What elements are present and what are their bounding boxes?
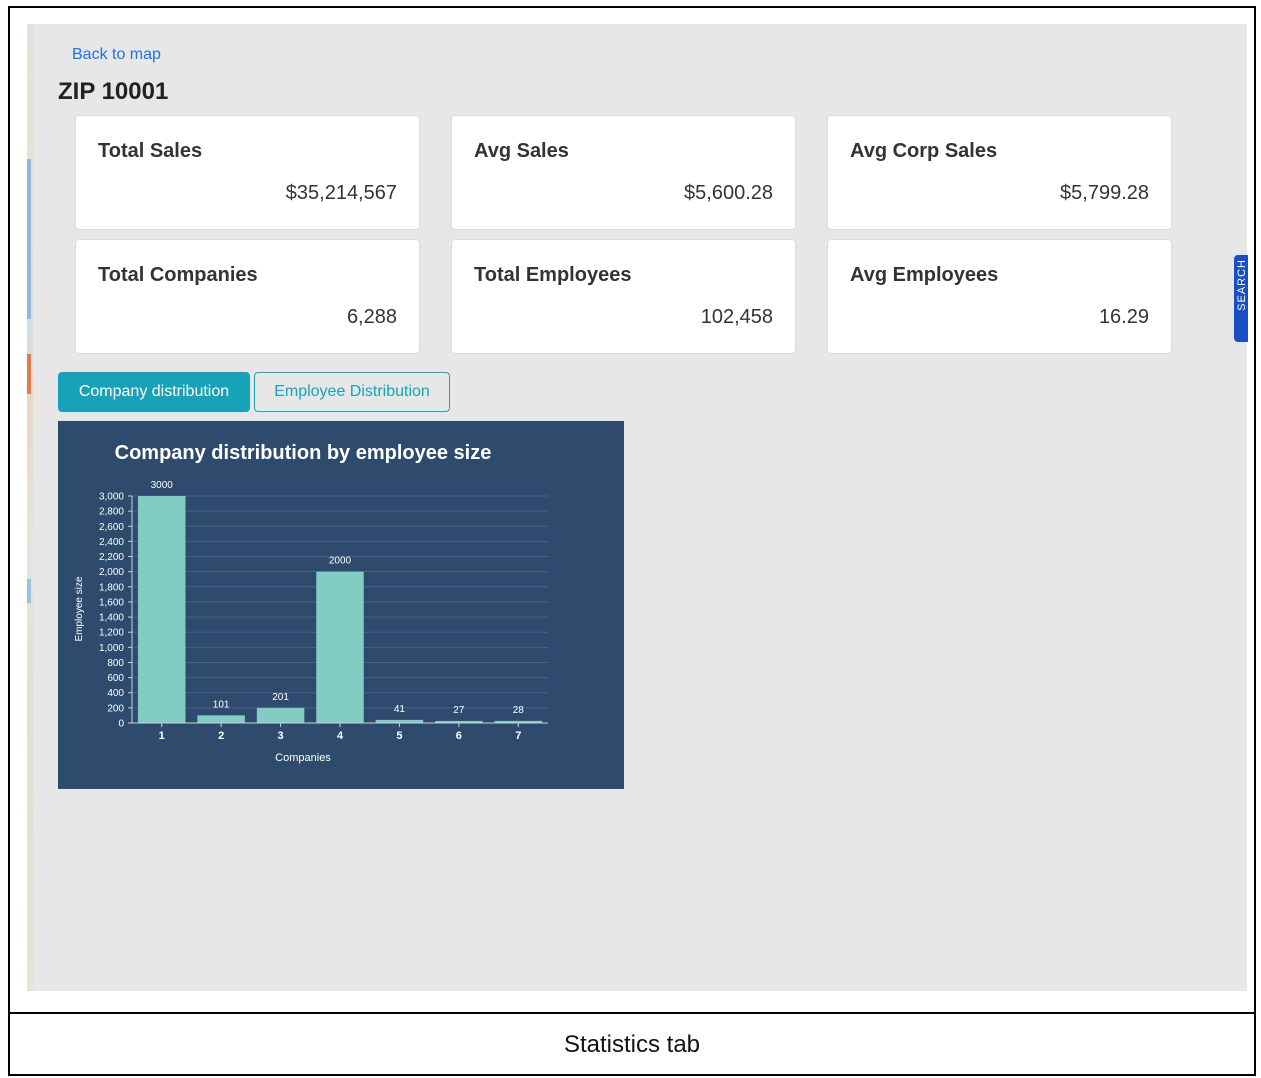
stat-value: 6,288 — [346, 306, 397, 328]
y-tick-label: 1,400 — [99, 613, 124, 624]
figure-caption: Statistics tab — [563, 1031, 701, 1058]
y-tick-label: 1,600 — [99, 597, 124, 608]
y-tick-label: 1,800 — [99, 582, 124, 593]
company-distribution-chart: Company distribution by employee size 30… — [58, 421, 624, 789]
chart-svg: Company distribution by employee size 30… — [74, 442, 548, 764]
stat-label: Avg Employees — [850, 264, 999, 286]
y-axis-label: Employee size — [74, 576, 85, 641]
y-tick-label: 200 — [107, 703, 124, 714]
stat-label: Total Employees — [474, 264, 632, 286]
y-tick-label: 600 — [107, 673, 124, 684]
stat-card-avg-employees: Avg Employees 16.29 — [827, 239, 1172, 354]
chart-title: Company distribution by employee size — [115, 442, 492, 464]
data-label: 28 — [513, 705, 525, 716]
y-tick-label: 2,800 — [99, 507, 124, 518]
stat-label: Avg Corp Sales — [850, 140, 998, 162]
data-label: 101 — [213, 699, 230, 710]
x-tick-label: 1 — [159, 730, 165, 742]
map-water-mark — [27, 159, 31, 319]
bar — [197, 715, 245, 723]
data-label: 41 — [394, 704, 406, 715]
y-tick-label: 800 — [107, 658, 124, 669]
map-edge — [27, 24, 33, 991]
stat-label: Total Sales — [98, 140, 203, 162]
map-road-mark — [27, 354, 31, 394]
stat-card-avg-corp-sales: Avg Corp Sales $5,799.28 — [827, 115, 1172, 230]
stat-card-total-employees: Total Employees 102,458 — [451, 239, 796, 354]
x-tick-label: 3 — [278, 730, 284, 742]
y-tick-label: 2,400 — [99, 537, 124, 548]
tab-employee-distribution[interactable]: Employee Distribution — [254, 372, 450, 412]
x-axis-label: Companies — [275, 752, 331, 764]
bar — [256, 707, 305, 723]
stat-value: $35,214,567 — [285, 182, 397, 204]
x-tick-label: 5 — [396, 730, 402, 742]
y-tick-label: 400 — [107, 688, 124, 699]
bar — [316, 571, 364, 723]
bar — [137, 496, 186, 723]
map-water-mark — [27, 579, 31, 603]
stat-card-avg-sales: Avg Sales $5,600.28 — [451, 115, 796, 230]
stat-card-total-sales: Total Sales $35,214,567 — [75, 115, 420, 230]
page-title: ZIP 10001 — [58, 78, 169, 105]
y-tick-label: 0 — [118, 719, 124, 730]
data-label: 201 — [272, 692, 289, 703]
tab-company-distribution[interactable]: Company distribution — [58, 372, 250, 412]
x-tick-label: 7 — [515, 730, 521, 742]
x-tick-label: 6 — [456, 730, 462, 742]
x-tick-label: 2 — [218, 730, 224, 742]
back-to-map-link[interactable]: Back to map — [72, 46, 161, 64]
stat-value: 16.29 — [1098, 306, 1149, 328]
stat-value: 102,458 — [700, 306, 773, 328]
y-tick-label: 2,000 — [99, 567, 124, 578]
data-label: 27 — [453, 705, 465, 716]
search-side-tab-label: SEARCH — [1236, 259, 1248, 311]
y-tick-label: 1,000 — [99, 643, 124, 654]
stat-label: Total Companies — [98, 264, 258, 286]
y-tick-label: 2,600 — [99, 522, 124, 533]
y-tick-label: 2,200 — [99, 552, 124, 563]
x-tick-label: 4 — [337, 730, 344, 742]
stat-value: $5,600.28 — [684, 182, 773, 204]
data-label: 3000 — [151, 480, 174, 491]
stat-value: $5,799.28 — [1060, 182, 1149, 204]
y-tick-label: 1,200 — [99, 628, 124, 639]
y-tick-label: 3,000 — [99, 492, 124, 503]
stat-card-total-companies: Total Companies 6,288 — [75, 239, 420, 354]
stat-label: Avg Sales — [474, 140, 569, 162]
data-label: 2000 — [329, 556, 352, 567]
search-side-tab[interactable]: SEARCH — [1234, 255, 1248, 342]
